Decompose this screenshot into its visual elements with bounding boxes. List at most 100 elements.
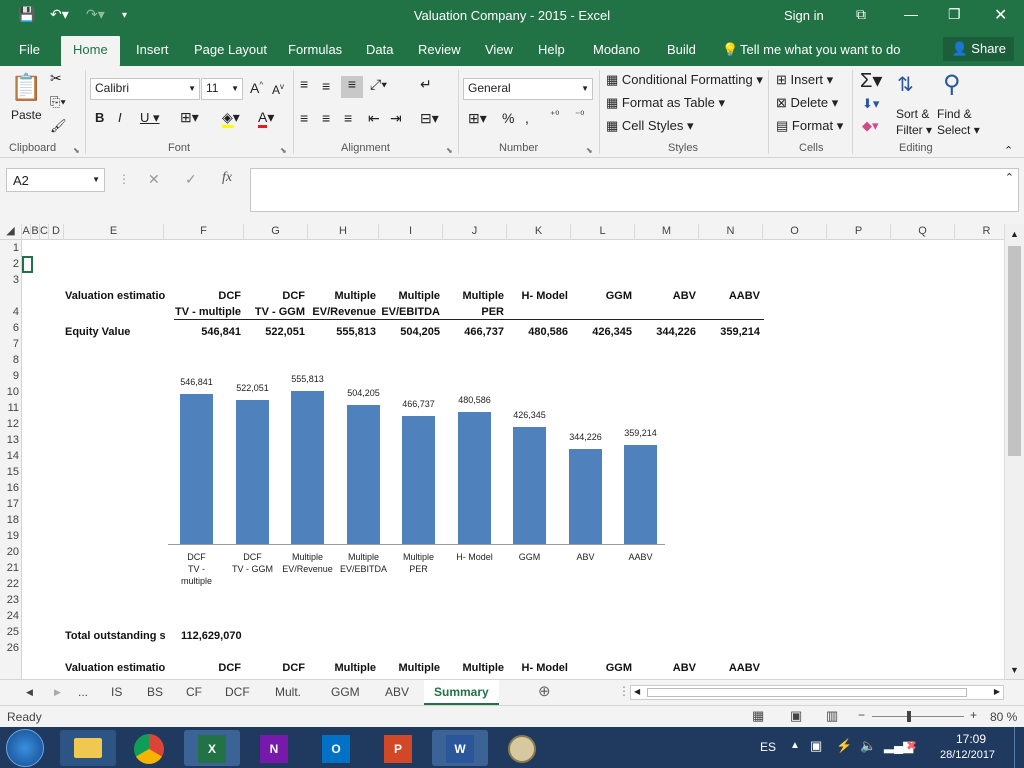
decrease-indent-icon[interactable]: ⇤ (368, 110, 380, 127)
clock-time[interactable]: 17:09 (956, 732, 986, 746)
enter-icon[interactable]: ✓ (185, 171, 197, 188)
column-header-m[interactable]: M (635, 224, 699, 240)
find-select-icon[interactable]: ⚲ (943, 70, 961, 99)
delete-cells-button[interactable]: ⊠ Delete ▾ (776, 95, 838, 111)
scroll-down-icon[interactable]: ▼ (1010, 665, 1019, 675)
column-header-i[interactable]: I (379, 224, 443, 240)
percent-icon[interactable]: % (502, 110, 514, 126)
font-name-select[interactable]: Calibri ▼ (90, 78, 200, 100)
collapse-ribbon-icon[interactable]: ⌃ (1004, 144, 1013, 157)
column-header-k[interactable]: K (507, 224, 571, 240)
chrome-icon[interactable] (122, 730, 178, 766)
tab-review[interactable]: Review (418, 42, 461, 57)
row-header-9[interactable]: 9 (0, 368, 22, 384)
font-color-icon[interactable]: A▾ (258, 109, 274, 128)
comma-style-icon[interactable]: , (525, 110, 529, 126)
accounting-format-icon[interactable]: ⊞▾ (468, 110, 487, 127)
horizontal-scrollbar[interactable]: ◀ ▶ (630, 685, 1004, 700)
column-header-q[interactable]: Q (891, 224, 955, 240)
vertical-scrollbar[interactable]: ▲ ▼ (1004, 224, 1024, 679)
column-header-c[interactable]: C (40, 224, 49, 240)
row-header-25[interactable]: 25 (0, 624, 22, 640)
clipboard-launcher-icon[interactable]: ⬊ (73, 146, 80, 155)
bold-icon[interactable]: B (95, 110, 104, 125)
worksheet[interactable]: ◢ A B C D E F G H I J K L M N O P Q R 12… (0, 224, 1004, 679)
column-header-d[interactable]: D (49, 224, 64, 240)
powerpoint-icon[interactable]: P (370, 730, 426, 766)
format-cells-button[interactable]: ▤ Format ▾ (776, 118, 843, 134)
fill-color-icon[interactable]: ◈▾ (222, 109, 240, 128)
row-header-20[interactable]: 20 (0, 544, 22, 560)
power-icon[interactable]: ⚡ (836, 738, 852, 754)
scroll-thumb[interactable] (1008, 246, 1021, 456)
chart-bar[interactable] (624, 445, 657, 544)
row-header-26[interactable]: 26 (0, 640, 22, 656)
scroll-right-icon[interactable]: ▶ (994, 687, 1000, 696)
row-header-8[interactable]: 8 (0, 352, 22, 368)
chart-bar[interactable] (458, 412, 491, 544)
sheet-tab-mult[interactable]: Mult. (275, 685, 301, 699)
decrease-font-icon[interactable]: Av (272, 82, 284, 97)
select-all-corner[interactable]: ◢ (0, 224, 22, 240)
row-header-3[interactable]: 3 (0, 272, 22, 288)
sheet-tab-is[interactable]: IS (111, 685, 122, 699)
column-header-e[interactable]: E (64, 224, 164, 240)
tab-formulas[interactable]: Formulas (288, 42, 342, 57)
paint-icon[interactable] (494, 730, 550, 766)
show-desktop-button[interactable] (1014, 727, 1024, 768)
row-header-13[interactable]: 13 (0, 432, 22, 448)
tab-data[interactable]: Data (366, 42, 393, 57)
column-header-f[interactable]: F (164, 224, 244, 240)
chart-bar[interactable] (236, 400, 269, 544)
tab-build[interactable]: Build (667, 42, 696, 57)
zoom-out-icon[interactable]: − (858, 708, 865, 722)
close-icon[interactable]: ✕ (994, 5, 1007, 25)
conditional-formatting-button[interactable]: ▦ Conditional Formatting ▾ (606, 72, 763, 88)
chart-bar[interactable] (347, 405, 380, 544)
row-header-21[interactable]: 21 (0, 560, 22, 576)
underline-icon[interactable]: U ▾ (140, 110, 160, 126)
network-icon[interactable]: ▣ (810, 738, 822, 754)
tab-modano[interactable]: Modano (593, 42, 640, 57)
row-header-4[interactable]: 4 (0, 304, 22, 320)
tab-view[interactable]: View (485, 42, 513, 57)
chart-bar[interactable] (569, 449, 602, 544)
action-center-icon[interactable]: ✖ (906, 738, 917, 754)
copy-icon[interactable]: ⎘▾ (50, 94, 66, 110)
row-header-7[interactable]: 7 (0, 336, 22, 352)
column-header-r[interactable]: R (955, 224, 1004, 240)
row-header-12[interactable]: 12 (0, 416, 22, 432)
language-indicator[interactable]: ES (760, 740, 776, 754)
formula-input[interactable]: ⌃ (250, 168, 1019, 212)
paste-icon[interactable]: 📋 (10, 72, 42, 103)
row-header-16[interactable]: 16 (0, 480, 22, 496)
scroll-up-icon[interactable]: ▲ (1010, 229, 1019, 239)
cut-icon[interactable]: ✂ (50, 70, 62, 87)
paste-button[interactable]: Paste (11, 108, 42, 122)
wrap-text-icon[interactable]: ↵ (420, 76, 432, 93)
column-header-p[interactable]: P (827, 224, 891, 240)
orientation-icon[interactable]: ⤢▾ (370, 76, 387, 93)
row-header-24[interactable]: 24 (0, 608, 22, 624)
sort-filter-icon[interactable]: ⇅ (897, 72, 914, 97)
column-header-a[interactable]: A (22, 224, 31, 240)
tab-page-layout[interactable]: Page Layout (194, 42, 267, 57)
row-header-22[interactable]: 22 (0, 576, 22, 592)
decrease-decimal-icon[interactable]: ⁻⁰ (575, 110, 584, 121)
outlook-icon[interactable]: O (308, 730, 364, 766)
row-header-2[interactable]: 2 (0, 256, 22, 272)
alignment-launcher-icon[interactable]: ⬊ (446, 146, 453, 155)
excel-taskbar-icon[interactable]: X (184, 730, 240, 766)
borders-icon[interactable]: ⊞▾ (180, 109, 199, 126)
font-launcher-icon[interactable]: ⬊ (280, 146, 287, 155)
column-header-j[interactable]: J (443, 224, 507, 240)
format-painter-icon[interactable]: 🖌 (50, 118, 67, 134)
word-icon[interactable]: W (432, 730, 488, 766)
tell-me-box[interactable]: Tell me what you want to do (740, 42, 900, 57)
chart-bar[interactable] (291, 391, 324, 544)
row-header-19[interactable]: 19 (0, 528, 22, 544)
minimize-icon[interactable]: — (904, 6, 918, 22)
column-header-g[interactable]: G (244, 224, 308, 240)
onenote-icon[interactable]: N (246, 730, 302, 766)
tab-home[interactable]: Home (61, 36, 120, 66)
